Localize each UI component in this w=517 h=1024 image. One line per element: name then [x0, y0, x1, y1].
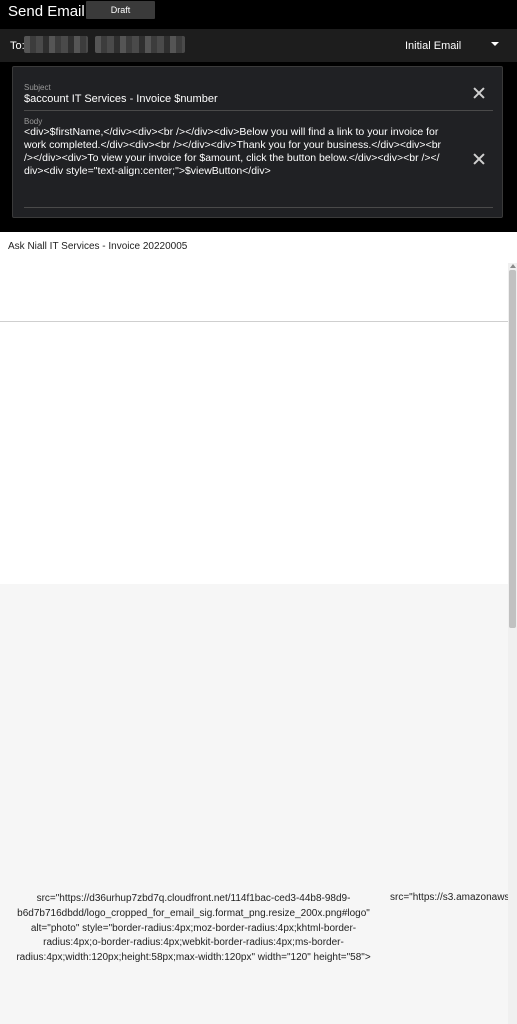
broken-image-markup: src="https://d36urhup7zbd7q.cloudfront.n… — [16, 893, 371, 964]
to-label: To: — [10, 40, 25, 52]
preview-divider — [0, 321, 508, 322]
app-header: Send Email Draft — [0, 0, 517, 29]
broken-image-markup-2: src="https://s3.amazonaws — [390, 892, 508, 903]
scroll-up-icon[interactable] — [510, 264, 516, 268]
page-title: Send Email — [8, 3, 85, 20]
close-icon[interactable] — [473, 153, 485, 165]
scrollbar-thumb[interactable] — [509, 270, 516, 628]
recipient-bar: To: Initial Email — [0, 29, 517, 62]
body-textarea[interactable]: <div>$firstName,</div><div><br /></div><… — [24, 126, 444, 178]
template-select[interactable]: Initial Email — [405, 40, 461, 52]
chevron-down-icon[interactable] — [491, 42, 499, 46]
body-underline — [24, 207, 493, 208]
preview-subject: Ask Niall IT Services - Invoice 20220005 — [8, 241, 188, 252]
subject-underline — [24, 110, 493, 111]
close-icon[interactable] — [473, 87, 485, 99]
body-label: Body — [24, 117, 43, 126]
recipient-name-redacted[interactable] — [24, 36, 88, 53]
subject-input[interactable]: $account IT Services - Invoice $number — [24, 93, 218, 105]
email-editor-panel: Subject $account IT Services - Invoice $… — [12, 66, 503, 218]
draft-button[interactable]: Draft — [86, 1, 155, 19]
recipient-email-redacted[interactable] — [95, 36, 185, 53]
subject-label: Subject — [24, 83, 51, 92]
